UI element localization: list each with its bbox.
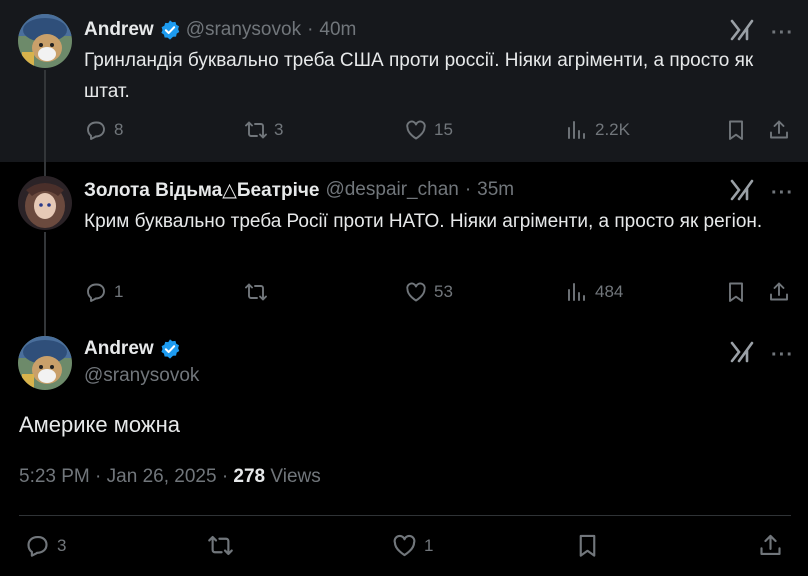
avatar-andrew[interactable]	[18, 14, 72, 68]
views-icon	[565, 118, 589, 142]
more-icon[interactable]: ···	[771, 183, 794, 203]
bookmark-button[interactable]	[574, 532, 601, 559]
heart-icon	[391, 532, 418, 559]
author-handle[interactable]: @despair_chan	[325, 179, 458, 201]
reply-count: 3	[57, 535, 67, 555]
tweet-top-actions: ···	[729, 340, 794, 369]
like-count: 53	[434, 282, 453, 301]
like-button[interactable]: 53	[404, 280, 453, 304]
tweet-time[interactable]: 40m	[319, 19, 356, 41]
separator-dot: ·	[307, 19, 314, 40]
author-handle[interactable]: @sranysovok	[84, 365, 199, 387]
reply-icon	[84, 280, 108, 304]
tweet-2[interactable]: Золота Відьма△Беатріче @despair_chan · 3…	[0, 162, 808, 322]
bookmark-button[interactable]	[724, 118, 748, 142]
reply-button[interactable]: 3	[24, 532, 66, 559]
repost-button[interactable]: 3	[244, 118, 283, 142]
tweet-1[interactable]: Andrew @sranysovok · 40m ··· Гринландія …	[0, 0, 808, 162]
reply-count: 1	[114, 282, 124, 301]
tweet-meta: 5:23 PM · Jan 26, 2025 · 278 Views	[19, 466, 321, 488]
like-button[interactable]: 15	[404, 118, 453, 142]
like-count: 1	[424, 535, 434, 555]
share-icon	[767, 280, 791, 304]
tweet-date[interactable]: Jan 26, 2025	[107, 466, 217, 487]
tweet-text: Крим буквально треба Росії проти НАТО. Н…	[84, 211, 763, 232]
share-icon	[757, 532, 784, 559]
views-count: 484	[595, 282, 624, 301]
repost-count: 3	[274, 120, 284, 139]
share-button[interactable]	[767, 280, 791, 304]
tweet-top-actions: ···	[729, 18, 794, 47]
author-handle[interactable]: @sranysovok	[186, 19, 301, 41]
share-button[interactable]	[767, 118, 791, 142]
repost-icon	[244, 280, 268, 304]
more-icon[interactable]: ···	[771, 345, 794, 365]
reply-button[interactable]: 1	[84, 280, 123, 304]
verified-badge-icon	[161, 20, 179, 40]
author-name[interactable]: Золота Відьма△Беатріче	[84, 179, 319, 202]
author-name[interactable]: Andrew	[84, 19, 154, 41]
tweet-top-actions: ···	[729, 178, 794, 207]
tweet-header: Andrew @sranysovok · 40m	[84, 18, 356, 42]
repost-button[interactable]	[207, 532, 240, 559]
bookmark-icon	[724, 118, 748, 142]
tweet-time[interactable]: 5:23 PM	[19, 466, 90, 487]
verified-badge-icon	[161, 339, 179, 359]
heart-icon	[404, 118, 428, 142]
reply-count: 8	[114, 120, 124, 139]
views-icon	[565, 280, 589, 304]
divider	[19, 515, 791, 516]
views-count: 2.2K	[595, 120, 630, 139]
like-button[interactable]: 1	[391, 532, 433, 559]
author-name-row: Andrew	[84, 338, 186, 360]
views-label: Views	[270, 466, 321, 487]
share-button[interactable]	[757, 532, 784, 559]
bookmark-button[interactable]	[724, 280, 748, 304]
tweet-actions: 8 3 15 2.2K	[84, 118, 808, 142]
grok-icon[interactable]	[729, 340, 755, 369]
tweet-actions: 3 1	[0, 532, 808, 560]
thread-line	[44, 162, 46, 176]
like-count: 15	[434, 120, 453, 139]
main-tweet: Andrew @sranysovok ··· Америке можна 5:2…	[0, 322, 808, 576]
reply-icon	[84, 118, 108, 142]
thread-line	[44, 232, 46, 322]
grok-icon[interactable]	[729, 178, 755, 207]
share-icon	[767, 118, 791, 142]
tweet-text: Америке можна	[19, 412, 180, 437]
thread-line	[44, 322, 46, 336]
tweet-actions: 1 53 484	[84, 280, 808, 304]
bookmark-icon	[574, 532, 601, 559]
more-icon[interactable]: ···	[771, 23, 794, 43]
tweet-text: Гринландія буквально треба США проти рос…	[84, 50, 754, 102]
tweet-time[interactable]: 35m	[477, 179, 514, 201]
author-name[interactable]: Andrew	[84, 338, 154, 360]
tweet-header: Золота Відьма△Беатріче @despair_chan · 3…	[84, 178, 514, 202]
reply-button[interactable]: 8	[84, 118, 123, 142]
thread-line	[44, 70, 46, 162]
bookmark-icon	[724, 280, 748, 304]
heart-icon	[404, 280, 428, 304]
views-button[interactable]: 484	[565, 280, 623, 304]
separator-dot: ·	[464, 179, 472, 200]
views-count: 278	[233, 466, 266, 487]
repost-icon	[207, 532, 234, 559]
separator-dot: ·	[95, 466, 102, 487]
reply-icon	[24, 532, 51, 559]
repost-icon	[244, 118, 268, 142]
avatar-andrew[interactable]	[18, 336, 72, 390]
separator-dot: ·	[221, 466, 229, 487]
grok-icon[interactable]	[729, 18, 755, 47]
avatar-beatrice[interactable]	[18, 176, 72, 230]
views-button[interactable]: 2.2K	[565, 118, 630, 142]
repost-button[interactable]	[244, 280, 274, 304]
